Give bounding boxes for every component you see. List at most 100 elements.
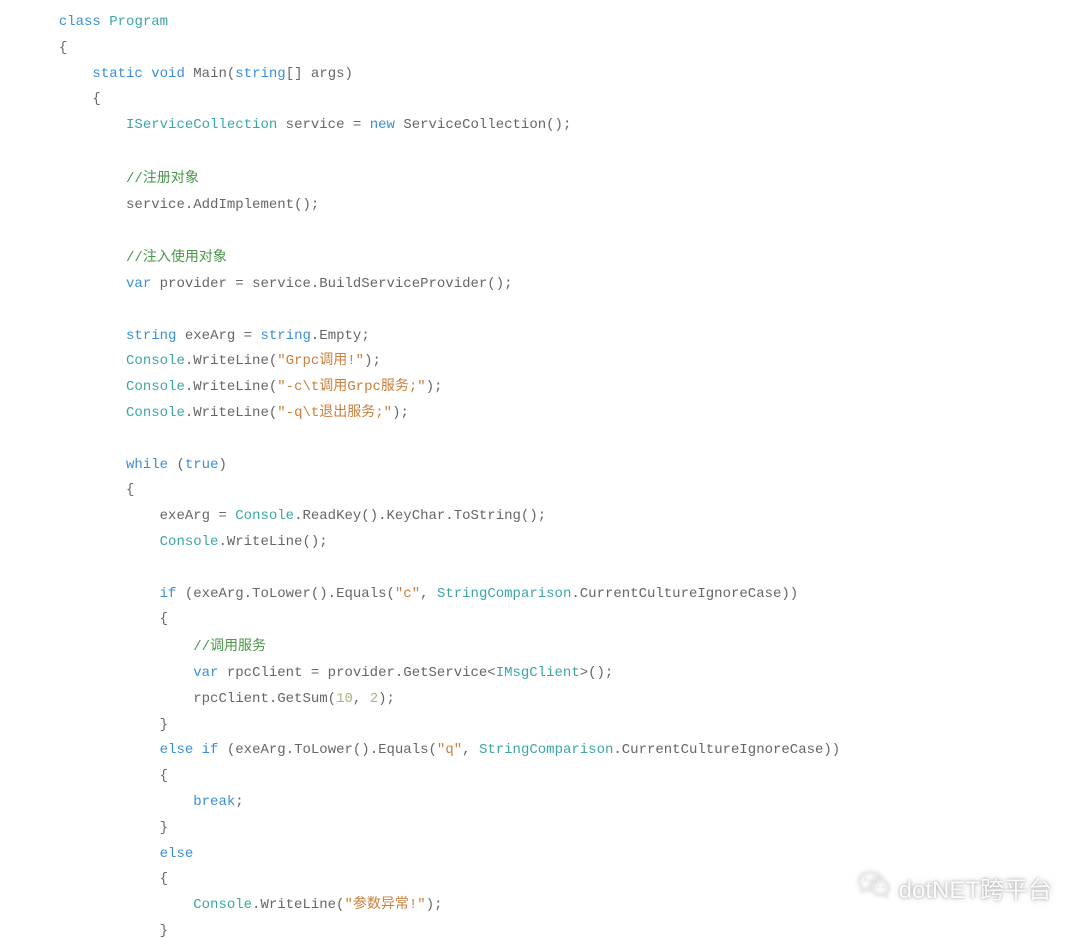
token-kw: class bbox=[59, 14, 101, 30]
token-cm: 调用服务 bbox=[210, 637, 266, 653]
token-id: .WriteLine( bbox=[185, 405, 277, 421]
code-line: rpcClient.GetSum(10, 2); bbox=[0, 691, 395, 707]
code-line bbox=[0, 222, 25, 238]
token-id: .ReadKey().KeyChar.ToString(); bbox=[294, 508, 546, 524]
token-type: Console bbox=[235, 508, 294, 524]
token-kw: string bbox=[126, 328, 176, 344]
token-id: { bbox=[160, 768, 168, 784]
token-id: ); bbox=[378, 691, 395, 707]
code-line: { bbox=[0, 91, 101, 107]
token-id: (exeArg.ToLower().Equals( bbox=[185, 586, 395, 602]
code-line: { bbox=[0, 611, 168, 627]
code-line: string exeArg = string.Empty; bbox=[0, 328, 370, 344]
token-id: , bbox=[420, 586, 437, 602]
token-str: "q" bbox=[437, 742, 462, 758]
token-type: Console bbox=[193, 897, 252, 913]
token-id: .WriteLine( bbox=[185, 379, 277, 395]
token-type: StringComparison bbox=[437, 586, 571, 602]
token-kw: if bbox=[202, 742, 219, 758]
code-line: Console.WriteLine("Grpc调用!"); bbox=[0, 353, 381, 369]
token-id: ); bbox=[426, 897, 443, 913]
token-kw: else bbox=[160, 742, 194, 758]
token-id: ); bbox=[364, 353, 381, 369]
code-line: else bbox=[0, 846, 193, 862]
token-cm: 注册对象 bbox=[143, 169, 199, 185]
token-id: exeArg = bbox=[185, 328, 261, 344]
token-str: "-q\t退出服务;" bbox=[277, 405, 392, 421]
token-str: "Grpc调用!" bbox=[277, 353, 364, 369]
code-line: { bbox=[0, 482, 134, 498]
token-type: StringComparison bbox=[479, 742, 613, 758]
token-id: } bbox=[160, 820, 168, 836]
token-id: rpcClient = provider.GetService< bbox=[227, 665, 496, 681]
token-type: Console bbox=[160, 534, 219, 550]
token-str: "参数异常!" bbox=[344, 897, 425, 913]
token-type: Console bbox=[126, 353, 185, 369]
token-kw: while bbox=[126, 457, 168, 473]
token-kw: var bbox=[193, 665, 218, 681]
token-id: >(); bbox=[580, 665, 614, 681]
token-type: IServiceCollection bbox=[126, 117, 277, 133]
token-str: "-c\t调用Grpc服务;" bbox=[277, 379, 425, 395]
code-line: } bbox=[0, 717, 168, 733]
token-cm: 注入使用对象 bbox=[143, 248, 227, 264]
code-line: } bbox=[0, 820, 168, 836]
code-line: if (exeArg.ToLower().Equals("c", StringC… bbox=[0, 586, 798, 602]
token-id: { bbox=[160, 611, 168, 627]
code-line: while (true) bbox=[0, 457, 227, 473]
token-kw: static bbox=[92, 66, 142, 82]
code-line: //注入使用对象 bbox=[0, 250, 227, 266]
token-id: service.AddImplement(); bbox=[126, 197, 319, 213]
token-cm-slash: // bbox=[126, 171, 143, 187]
code-line: class Program bbox=[0, 14, 168, 30]
token-id: (exeArg.ToLower().Equals( bbox=[227, 742, 437, 758]
token-kw: true bbox=[185, 457, 219, 473]
token-id: ( bbox=[176, 457, 184, 473]
code-line: { bbox=[0, 768, 168, 784]
token-id: ) bbox=[218, 457, 226, 473]
token-kw: break bbox=[193, 794, 235, 810]
code-line: var rpcClient = provider.GetService<IMsg… bbox=[0, 665, 613, 681]
token-id: .Empty; bbox=[311, 328, 370, 344]
code-line: Console.WriteLine("-c\t调用Grpc服务;"); bbox=[0, 379, 443, 395]
token-id: ); bbox=[392, 405, 409, 421]
code-line bbox=[0, 143, 25, 159]
code-line: static void Main(string[] args) bbox=[0, 66, 353, 82]
token-id: .WriteLine(); bbox=[218, 534, 327, 550]
token-id: { bbox=[59, 40, 67, 56]
token-kw: void bbox=[151, 66, 185, 82]
token-id: Main( bbox=[193, 66, 235, 82]
code-line: IServiceCollection service = new Service… bbox=[0, 117, 571, 133]
token-id: { bbox=[160, 871, 168, 887]
token-id: ; bbox=[235, 794, 243, 810]
token-str: "c" bbox=[395, 586, 420, 602]
token-type: Console bbox=[126, 379, 185, 395]
token-id: { bbox=[92, 91, 100, 107]
token-id: exeArg = bbox=[160, 508, 236, 524]
token-id: .WriteLine( bbox=[252, 897, 344, 913]
code-block: class Program { static void Main(string[… bbox=[0, 0, 1080, 938]
token-kw: string bbox=[260, 328, 310, 344]
token-num: 2 bbox=[370, 691, 378, 707]
token-id: .WriteLine( bbox=[185, 353, 277, 369]
code-line: service.AddImplement(); bbox=[0, 197, 319, 213]
code-line: exeArg = Console.ReadKey().KeyChar.ToStr… bbox=[0, 508, 546, 524]
token-id: { bbox=[126, 482, 134, 498]
token-id: ); bbox=[426, 379, 443, 395]
code-line: //调用服务 bbox=[0, 639, 266, 655]
token-kw: var bbox=[126, 276, 151, 292]
code-line bbox=[0, 302, 25, 318]
code-line: Console.WriteLine("-q\t退出服务;"); bbox=[0, 405, 409, 421]
token-id: provider = service.BuildServiceProvider(… bbox=[160, 276, 513, 292]
code-line: { bbox=[0, 871, 168, 887]
code-line bbox=[0, 431, 25, 447]
token-kw: new bbox=[370, 117, 395, 133]
token-kw: if bbox=[160, 586, 177, 602]
token-type: IMsgClient bbox=[496, 665, 580, 681]
token-id: rpcClient.GetSum( bbox=[193, 691, 336, 707]
token-kw: else bbox=[160, 846, 194, 862]
token-id: service = bbox=[286, 117, 370, 133]
token-id: } bbox=[160, 923, 168, 938]
token-id: .CurrentCultureIgnoreCase)) bbox=[571, 586, 798, 602]
code-line: else if (exeArg.ToLower().Equals("q", St… bbox=[0, 742, 840, 758]
